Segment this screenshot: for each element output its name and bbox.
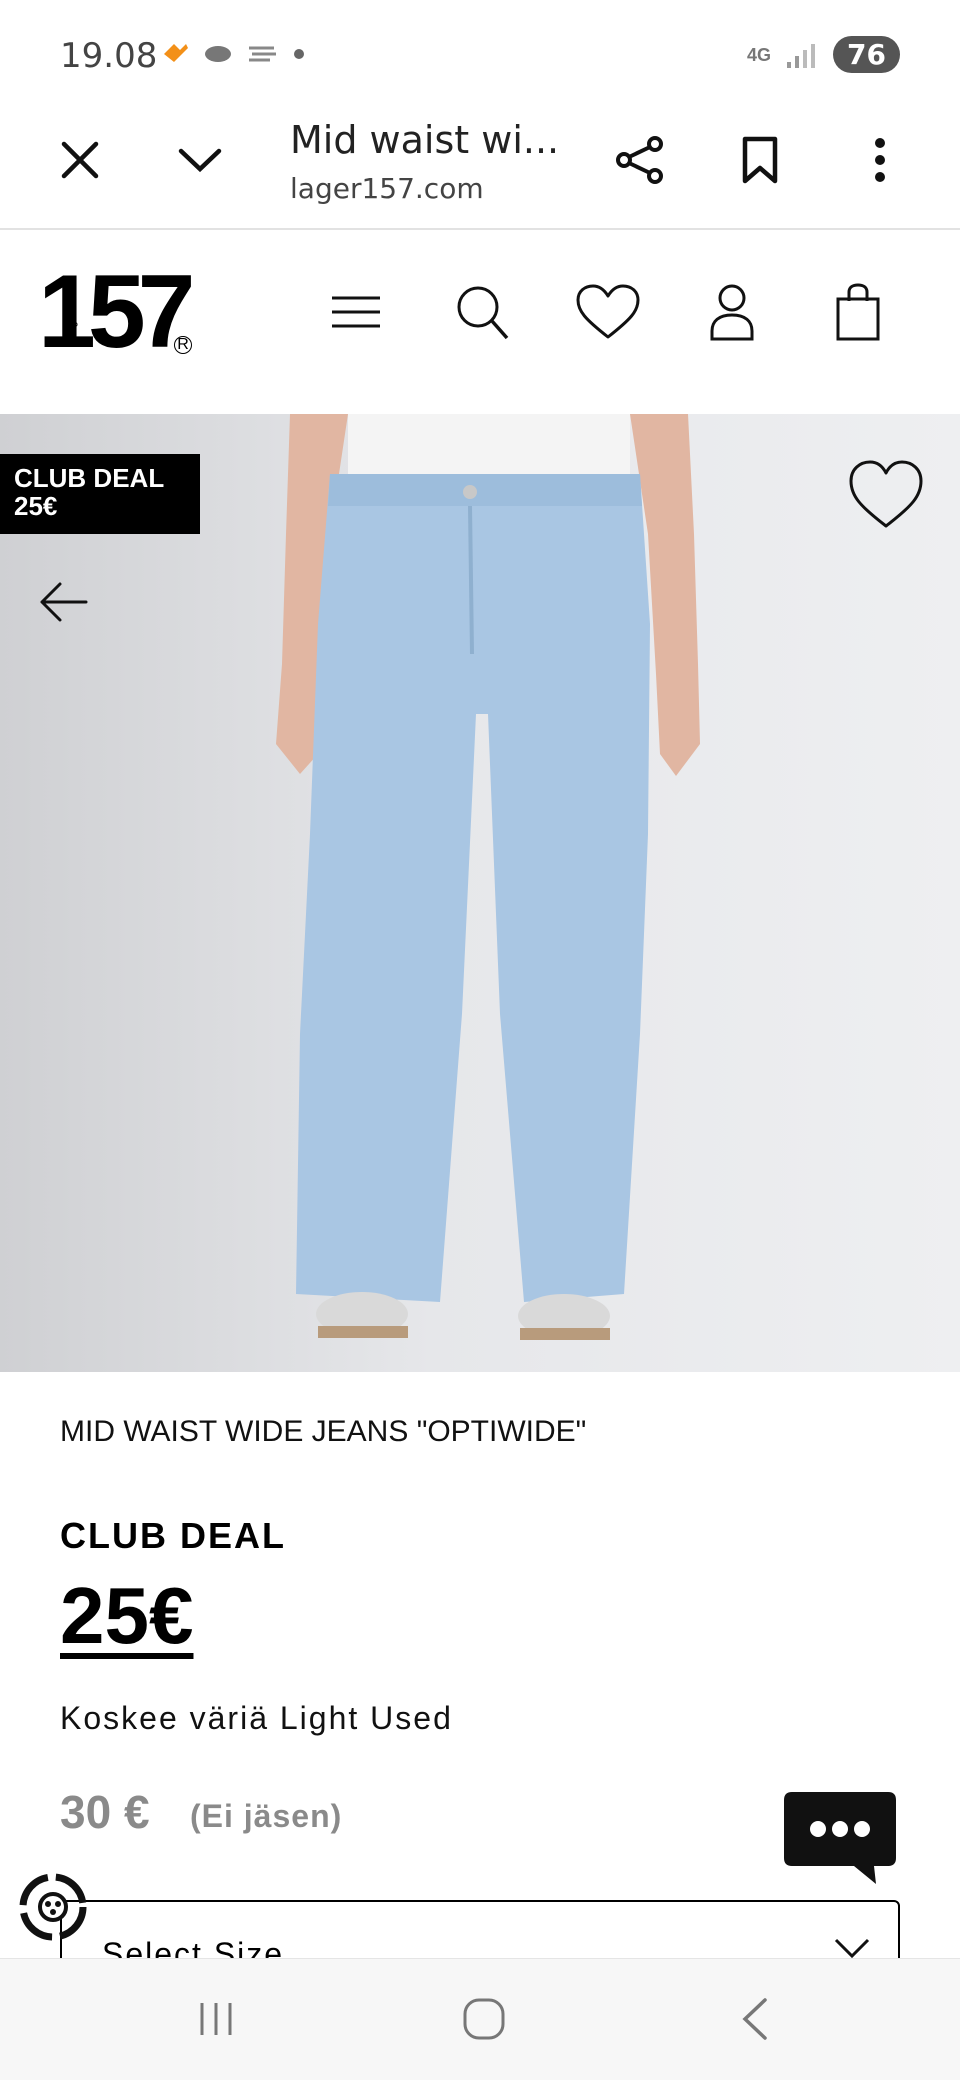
page-url[interactable]: lager157.com [290, 172, 484, 205]
logo-registered-mark: R [174, 336, 192, 354]
product-image[interactable]: CLUB DEAL 25€ [0, 414, 960, 1372]
badge-line-1: CLUB DEAL [14, 463, 165, 493]
back-button[interactable] [714, 1989, 794, 2049]
waistband-shape [328, 474, 642, 506]
cart-button[interactable] [818, 272, 898, 352]
shoe-soles-shape [318, 1326, 610, 1340]
accessibility-icon[interactable] [14, 1868, 92, 1946]
club-deal-label: CLUB DEAL [60, 1515, 286, 1556]
non-member-note: (Ei jäsen) [190, 1798, 343, 1834]
bookmark-icon [742, 136, 778, 184]
signal-icon [787, 43, 816, 68]
app-notification-icon [164, 44, 188, 62]
cloud-icon [205, 46, 231, 62]
more-options-button[interactable] [840, 120, 920, 200]
share-button[interactable] [600, 120, 680, 200]
search-icon [457, 286, 509, 340]
notification-icons [160, 40, 306, 64]
recent-apps-icon [200, 2003, 232, 2035]
wishlist-button[interactable] [568, 272, 648, 352]
home-button[interactable] [444, 1989, 524, 2049]
back-icon [742, 1998, 767, 2040]
wind-icon [249, 46, 276, 62]
battery-level: 76 [833, 36, 900, 73]
more-icon [875, 138, 885, 182]
menu-icon [332, 296, 380, 328]
status-time: 19.08 [60, 36, 158, 76]
recent-apps-button[interactable] [176, 1989, 256, 2049]
site-header: 157 Lager R [0, 232, 960, 414]
chat-icon[interactable] [784, 1792, 896, 1884]
fly-seam-shape [468, 505, 474, 655]
add-to-wishlist-heart-icon[interactable] [846, 454, 926, 534]
color-info: Koskee väriä Light Used [60, 1700, 453, 1736]
logo-small-text: Lager [67, 312, 79, 339]
chevron-down-icon [178, 148, 222, 173]
heart-icon [576, 284, 640, 339]
system-icons: 4G 76 [747, 36, 900, 73]
network-type: 4G [747, 44, 772, 65]
brand-logo[interactable]: 157 Lager R [38, 260, 196, 364]
button-shape [463, 485, 477, 499]
status-bar: 19.08 4G 76 [0, 0, 960, 110]
arrow-left-icon[interactable] [36, 574, 92, 630]
system-navigation-bar [0, 1958, 960, 2080]
regular-price: 30 € [60, 1786, 150, 1838]
menu-button[interactable] [316, 272, 396, 352]
close-tab-button[interactable] [40, 120, 120, 200]
shirt-shape [348, 414, 630, 478]
account-button[interactable] [692, 272, 772, 352]
club-price: 25€ [60, 1571, 194, 1660]
badge-line-2: 25€ [14, 491, 58, 521]
bookmark-button[interactable] [720, 120, 800, 200]
logo-text: 157 [38, 254, 196, 370]
user-icon [710, 284, 754, 341]
home-icon [463, 1998, 505, 2040]
chevron-down-icon [834, 1938, 870, 1958]
minimize-button[interactable] [160, 120, 240, 200]
bag-icon [836, 283, 880, 341]
product-name: MID WAIST WIDE JEANS "OPTIWIDE" [60, 1415, 587, 1448]
dot-icon [294, 49, 304, 59]
page-title[interactable]: Mid waist wi... [290, 118, 559, 162]
search-button[interactable] [442, 272, 522, 352]
jeans-photo [276, 414, 700, 1340]
club-deal-badge: CLUB DEAL 25€ [0, 454, 200, 534]
close-icon [61, 141, 99, 179]
browser-toolbar: Mid waist wi... lager157.com [0, 100, 960, 230]
share-icon [616, 136, 663, 184]
